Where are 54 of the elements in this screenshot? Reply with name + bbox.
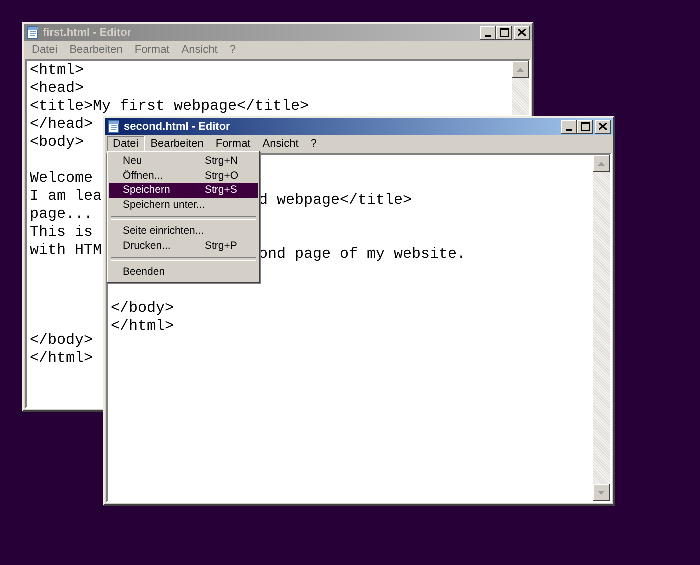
- menu-item[interactable]: Speichern Strg+S: [109, 183, 258, 198]
- menu-bar-item[interactable]: Ansicht: [176, 42, 224, 58]
- close-button[interactable]: [514, 26, 530, 40]
- scroll-up-button[interactable]: [593, 155, 610, 172]
- down-arrow-icon: [598, 490, 605, 494]
- menu-bar-item[interactable]: Datei: [26, 42, 64, 58]
- menu-bar-item[interactable]: Format: [210, 136, 257, 152]
- window-title: first.html - Editor: [43, 26, 133, 38]
- up-arrow-icon: [517, 68, 524, 72]
- code-line: <body>: [30, 134, 84, 152]
- menu-item[interactable]: Seite einrichten...: [109, 224, 258, 238]
- minimize-button[interactable]: [480, 26, 496, 40]
- menu-bar-item[interactable]: ?: [304, 136, 323, 152]
- scroll-down-button[interactable]: [593, 484, 610, 501]
- scrollbar[interactable]: [593, 155, 610, 501]
- code-line: <head>: [30, 80, 84, 98]
- menu-item[interactable]: Neu Strg+N: [109, 154, 258, 168]
- menu-item[interactable]: Speichern unter...: [109, 198, 258, 212]
- menu-bar-item[interactable]: Bearbeiten: [144, 136, 210, 152]
- close-icon: [518, 29, 526, 36]
- code-line: page...: [30, 206, 94, 224]
- code-line: Welcome: [30, 170, 94, 188]
- menu-bar-item[interactable]: ?: [224, 42, 242, 58]
- window-title: second.html - Editor: [124, 120, 232, 132]
- code-line: with HTM: [30, 242, 102, 260]
- close-button[interactable]: [595, 120, 611, 134]
- code-line: <html>: [30, 62, 84, 80]
- menu-item[interactable]: Drucken... Strg+P: [109, 238, 258, 253]
- minimize-icon: [566, 128, 572, 130]
- scrollbar[interactable]: [512, 61, 529, 115]
- maximize-button[interactable]: [577, 120, 593, 134]
- notepad-icon: [26, 26, 40, 40]
- maximize-icon: [580, 122, 590, 131]
- menu-bar-item[interactable]: Format: [128, 42, 176, 58]
- code-line: <title>My first webpage</title>: [30, 98, 310, 116]
- code-line: </head>: [30, 116, 94, 134]
- notepad-icon: [107, 120, 121, 134]
- code-line: I am lea: [30, 188, 102, 206]
- menu-bar-item[interactable]: Bearbeiten: [64, 42, 129, 58]
- scroll-up-button[interactable]: [512, 61, 529, 78]
- menu-bar-item[interactable]: Ansicht: [256, 136, 305, 152]
- code-line: </html>: [30, 350, 94, 368]
- code-line: </html>: [111, 318, 174, 336]
- code-line: This is: [30, 224, 94, 242]
- up-arrow-icon: [598, 162, 605, 166]
- maximize-button[interactable]: [496, 26, 512, 40]
- close-icon: [599, 123, 607, 130]
- maximize-icon: [500, 28, 508, 37]
- menu-item[interactable]: Öffnen... Strg+O: [109, 168, 258, 183]
- code-line: </body>: [30, 332, 94, 350]
- minimize-icon: [485, 34, 491, 36]
- code-line: </body>: [111, 300, 174, 318]
- menu-item[interactable]: Beenden: [109, 265, 258, 280]
- minimize-button[interactable]: [561, 120, 577, 134]
